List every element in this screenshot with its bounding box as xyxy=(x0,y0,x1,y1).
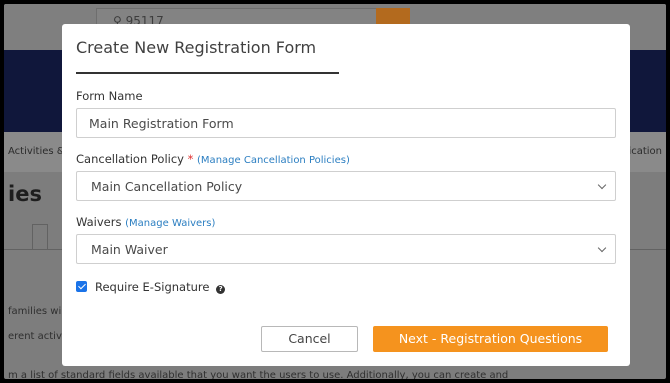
background-tab xyxy=(32,224,48,250)
title-divider xyxy=(76,72,339,74)
manage-waivers-link[interactable]: (Manage Waivers) xyxy=(125,218,215,229)
background-text: erent activi xyxy=(8,331,65,342)
background-text: families wi xyxy=(8,306,62,317)
waivers-selected: Main Waiver xyxy=(91,242,168,257)
waivers-label: Waivers (Manage Waivers) xyxy=(76,215,215,229)
require-signature-label: Require E-Signature ? xyxy=(95,280,226,294)
question-circle-icon[interactable]: ? xyxy=(216,285,226,294)
background-nav-item: ication xyxy=(628,146,662,157)
manage-cancellation-policies-link[interactable]: (Manage Cancellation Policies) xyxy=(197,155,350,166)
cancellation-policy-selected: Main Cancellation Policy xyxy=(91,179,243,194)
chevron-down-icon xyxy=(597,243,607,253)
required-marker: * xyxy=(187,152,194,166)
chevron-down-icon xyxy=(597,180,607,190)
require-signature-checkbox[interactable] xyxy=(76,281,87,292)
waivers-select[interactable]: Main Waiver xyxy=(76,234,616,264)
next-registration-questions-button[interactable]: Next - Registration Questions xyxy=(373,326,608,352)
background-heading: ies xyxy=(8,182,42,206)
cancellation-policy-select[interactable]: Main Cancellation Policy xyxy=(76,171,616,201)
create-registration-form-modal: Create New Registration Form Form Name M… xyxy=(62,24,630,366)
form-name-label: Form Name xyxy=(76,89,143,103)
cancel-button[interactable]: Cancel xyxy=(261,326,358,352)
cancellation-policy-label-text: Cancellation Policy xyxy=(76,152,184,166)
modal-title: Create New Registration Form xyxy=(76,38,317,57)
form-name-value: Main Registration Form xyxy=(89,116,234,131)
cancellation-policy-label: Cancellation Policy * (Manage Cancellati… xyxy=(76,152,350,166)
require-signature-label-text: Require E-Signature xyxy=(95,280,210,294)
waivers-label-text: Waivers xyxy=(76,215,122,229)
background-text: m a list of standard fields available th… xyxy=(8,370,509,379)
form-name-input[interactable]: Main Registration Form xyxy=(76,108,616,138)
background-nav-item: Activities & xyxy=(8,146,65,157)
